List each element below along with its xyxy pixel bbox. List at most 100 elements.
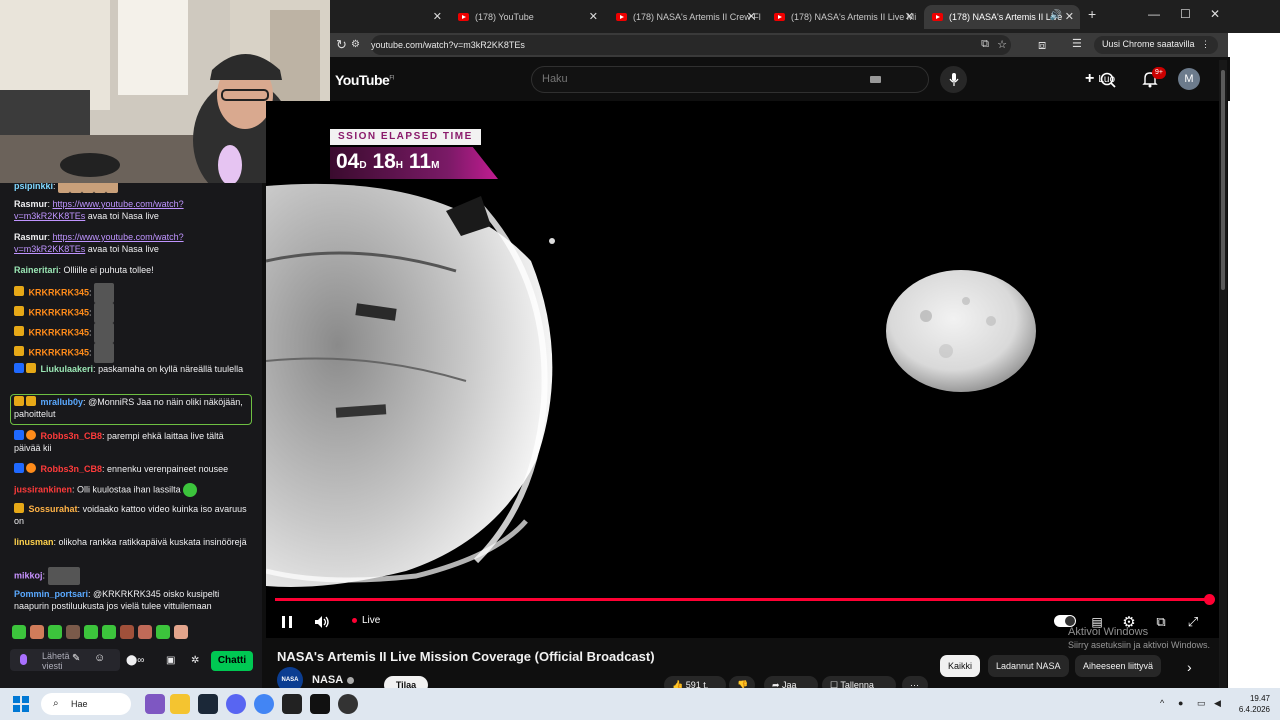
tray-chevron-icon[interactable]: ^ bbox=[1160, 698, 1164, 708]
browser-tab[interactable]: (178) YouTube ✕ bbox=[450, 5, 604, 29]
close-tab-icon[interactable]: ✕ bbox=[433, 10, 442, 23]
chat-username[interactable]: Liukulaakeri bbox=[41, 364, 94, 374]
steam-icon[interactable] bbox=[198, 694, 218, 714]
minimize-icon[interactable]: — bbox=[1148, 7, 1160, 21]
search-box[interactable] bbox=[531, 66, 1116, 93]
search-input[interactable] bbox=[542, 73, 842, 85]
mic-icon[interactable] bbox=[20, 654, 27, 665]
emote-icon[interactable] bbox=[174, 625, 188, 639]
youtube-logo[interactable]: YouTubeFI bbox=[335, 72, 394, 88]
chat-username[interactable]: KRKRKRK345 bbox=[29, 287, 90, 297]
address-bar[interactable]: ⚙ youtube.com/watch?v=m3kR2KK8TEs ⧉ ☆ bbox=[351, 35, 1011, 55]
voice-search-button[interactable] bbox=[940, 66, 967, 93]
youtube-icon bbox=[458, 13, 469, 21]
new-tab-button[interactable]: + bbox=[1088, 6, 1096, 22]
volume-button[interactable] bbox=[311, 612, 333, 632]
discord-icon[interactable] bbox=[226, 694, 246, 714]
obs-icon[interactable] bbox=[338, 694, 358, 714]
chat-send-button[interactable]: Chatti bbox=[211, 651, 253, 671]
chat-username[interactable]: jussirankinen bbox=[14, 484, 72, 494]
chat-username[interactable]: Rasmur bbox=[14, 199, 48, 209]
reload-icon[interactable]: ↻ bbox=[336, 37, 347, 53]
chat-username[interactable]: KRKRKRK345 bbox=[29, 307, 90, 317]
url-text: youtube.com/watch?v=m3kR2KK8TEs bbox=[371, 40, 525, 50]
emote-picker-icon[interactable]: ☺ bbox=[94, 653, 105, 664]
windows-start-icon[interactable] bbox=[13, 696, 29, 712]
maximize-icon[interactable]: ☐ bbox=[1180, 7, 1191, 21]
widgets-icon[interactable] bbox=[145, 694, 165, 714]
translate-icon[interactable]: ✎ bbox=[72, 654, 80, 664]
live-indicator[interactable]: Live bbox=[352, 615, 380, 626]
chip-all[interactable]: Kaikki bbox=[940, 655, 981, 677]
chat-username[interactable]: Sossurahat bbox=[29, 504, 78, 514]
video-progress-bar[interactable] bbox=[275, 594, 1215, 605]
account-avatar[interactable]: M bbox=[1178, 68, 1200, 90]
close-tab-icon[interactable]: ✕ bbox=[589, 10, 598, 23]
file-explorer-icon[interactable] bbox=[170, 694, 190, 714]
close-tab-icon[interactable]: ✕ bbox=[1065, 10, 1074, 23]
browser-tab[interactable]: (178) NASA's Artemis II Crew Fl ✕ bbox=[608, 5, 762, 29]
chat-username[interactable]: linusman bbox=[14, 537, 54, 547]
browser-tab-active[interactable]: (178) NASA's Artemis II Live 🔊 ✕ bbox=[924, 5, 1080, 29]
emote-icon[interactable] bbox=[30, 625, 44, 639]
chat-message: mikkoj: bbox=[14, 567, 250, 585]
page-scrollbar[interactable] bbox=[1219, 60, 1227, 690]
tab-title: (178) NASA's Artemis II Live bbox=[949, 12, 1063, 22]
create-button[interactable]: + Luo bbox=[1077, 68, 1123, 90]
emote-icon[interactable] bbox=[12, 625, 26, 639]
chat-username[interactable]: Rasmur bbox=[14, 232, 48, 242]
chat-username[interactable]: Pommin_portsari bbox=[14, 589, 88, 599]
close-tab-icon[interactable]: ✕ bbox=[905, 10, 914, 23]
network-icon[interactable]: ▭ bbox=[1197, 698, 1206, 709]
site-info-icon[interactable]: ⚙ bbox=[351, 39, 360, 50]
speaker-icon[interactable]: 🔊 bbox=[1050, 10, 1062, 21]
chrome-update-button[interactable]: Uusi Chrome saatavilla ⋮ bbox=[1093, 36, 1218, 54]
chat-username[interactable]: mrallub0y bbox=[41, 397, 84, 407]
chat-username[interactable]: KRKRKRK345 bbox=[29, 347, 90, 357]
emote-icon[interactable] bbox=[120, 625, 134, 639]
emote-icon[interactable] bbox=[48, 625, 62, 639]
install-app-icon[interactable]: ⧉ bbox=[981, 38, 989, 51]
scrollbar-thumb[interactable] bbox=[1221, 70, 1225, 290]
chip-uploaded-by-nasa[interactable]: Ladannut NASA bbox=[988, 655, 1069, 677]
youtube-icon bbox=[774, 13, 785, 21]
progress-scrubber-handle[interactable] bbox=[1204, 594, 1215, 605]
emote-icon bbox=[94, 283, 115, 303]
channel-name[interactable]: NASA bbox=[312, 674, 343, 686]
emote-icon[interactable] bbox=[102, 625, 116, 639]
pause-button[interactable] bbox=[276, 612, 298, 632]
chat-username[interactable]: Robbs3n_CB8 bbox=[41, 464, 103, 474]
emote-icon[interactable] bbox=[156, 625, 170, 639]
chat-username[interactable]: KRKRKRK345 bbox=[29, 327, 90, 337]
menu-dots-icon[interactable]: ⋮ bbox=[1201, 39, 1210, 49]
taskbar-search[interactable]: ⌕ Hae bbox=[41, 693, 131, 715]
chips-next-icon[interactable]: › bbox=[1187, 659, 1192, 675]
gift-icon[interactable]: ▣ bbox=[166, 655, 175, 666]
browser-tab[interactable]: (178) NASA's Artemis II Live Mi ✕ bbox=[766, 5, 920, 29]
tray-app-icon[interactable]: ● bbox=[1178, 698, 1183, 708]
chip-related[interactable]: Aiheeseen liittyvä bbox=[1075, 655, 1162, 677]
chrome-icon[interactable] bbox=[254, 694, 274, 714]
volume-tray-icon[interactable]: ◀ bbox=[1214, 698, 1221, 709]
close-tab-icon[interactable]: ✕ bbox=[747, 10, 756, 23]
emote-icon[interactable] bbox=[66, 625, 80, 639]
settings-icon[interactable]: ✲ bbox=[191, 655, 199, 666]
chat-username[interactable]: mikkoj bbox=[14, 570, 43, 580]
window-close-icon[interactable]: ✕ bbox=[1210, 7, 1220, 21]
media-control-icon[interactable]: ☰ bbox=[1072, 37, 1082, 50]
app-icon[interactable] bbox=[310, 694, 330, 714]
video-player[interactable]: SSION ELAPSED TIME 04D 18H 11M Live ▤ ⚙ … bbox=[266, 101, 1219, 638]
chat-username[interactable]: Raineritari bbox=[14, 265, 59, 275]
extensions-icon[interactable]: ⧈ bbox=[1038, 37, 1046, 53]
browser-tab[interactable]: ✕ bbox=[338, 5, 448, 29]
chat-input[interactable]: Lähetä viesti ✎ ☺ bbox=[10, 649, 120, 671]
emote-icon[interactable] bbox=[84, 625, 98, 639]
keyboard-icon[interactable] bbox=[870, 76, 881, 83]
channel-points-icon[interactable]: ⬤∞ bbox=[126, 655, 144, 666]
capcut-icon[interactable] bbox=[282, 694, 302, 714]
bookmark-star-icon[interactable]: ☆ bbox=[997, 38, 1007, 51]
emote-icon[interactable] bbox=[138, 625, 152, 639]
chat-username[interactable]: Robbs3n_CB8 bbox=[41, 431, 103, 441]
chat-username[interactable]: psipinkki bbox=[14, 183, 53, 191]
system-clock[interactable]: 19.47 6.4.2026 bbox=[1232, 693, 1270, 715]
